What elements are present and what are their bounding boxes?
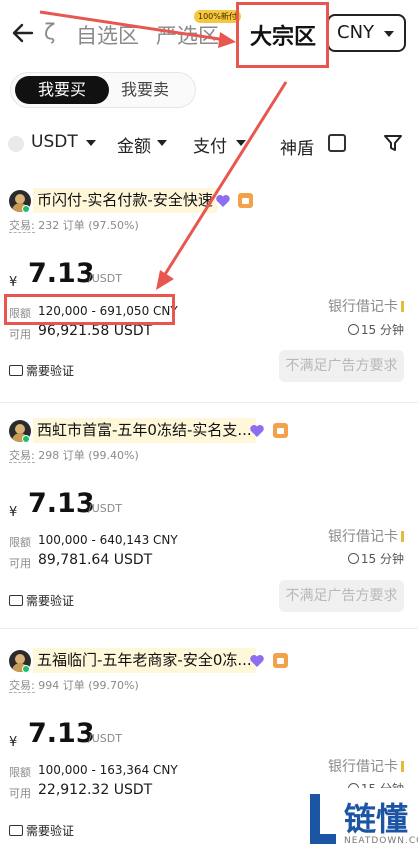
divider	[0, 402, 418, 403]
tab-badge: 100%新付	[194, 10, 241, 23]
currency-symbol: ¥	[9, 505, 18, 520]
coin-filter[interactable]: USDT	[31, 132, 78, 152]
verify-requirement: 需要验证	[9, 822, 74, 839]
available-value: 22,912.32 USDT	[38, 782, 153, 798]
price: 7.13	[28, 488, 95, 519]
payment-method: 银行借记卡	[328, 756, 404, 776]
available-label: 可用	[9, 328, 31, 341]
online-status	[22, 435, 30, 443]
currency-select[interactable]: CNY	[327, 14, 406, 52]
id-card-icon	[9, 365, 23, 376]
online-status	[22, 205, 30, 213]
time-limit: 15 分钟	[347, 550, 404, 567]
chevron-down-icon	[157, 140, 167, 146]
amount-filter[interactable]: 金额	[117, 132, 151, 157]
available-value: 89,781.64 USDT	[38, 552, 153, 568]
merchant-badge-icon	[273, 423, 288, 438]
watermark-text: 链懂	[344, 800, 409, 838]
highlight-box-tab	[236, 2, 329, 68]
merchant-badge-icon	[273, 653, 288, 668]
watermark-logo-icon	[310, 794, 336, 844]
price-unit: /USDT	[88, 732, 122, 745]
available-label: 可用	[9, 787, 31, 800]
price-unit: /USDT	[88, 502, 122, 515]
currency-symbol: ¥	[9, 735, 18, 750]
buy-button[interactable]: 不满足广告方要求	[279, 350, 404, 382]
filter-bar: USDT 金额 支付 神盾	[0, 128, 418, 160]
shield-filter-label: 神盾	[280, 139, 314, 159]
trade-stats: 交易: 994 订单 (99.70%)	[9, 679, 139, 693]
online-status	[22, 665, 30, 673]
clock-icon	[347, 553, 359, 564]
price-unit: /USDT	[88, 272, 122, 285]
payment-method: 银行借记卡	[328, 296, 404, 316]
payment-method: 银行借记卡	[328, 526, 404, 546]
buy-tab[interactable]: 我要买	[15, 76, 109, 104]
trade-stats: 交易: 298 订单 (99.40%)	[9, 449, 139, 463]
currency-symbol: ¥	[9, 275, 18, 290]
limit-label: 限额	[9, 766, 31, 779]
arrow-left-icon[interactable]	[10, 20, 36, 46]
heart-badge-icon	[250, 425, 264, 437]
verify-requirement: 需要验证	[9, 592, 74, 609]
chevron-down-icon	[236, 140, 246, 146]
currency-label: CNY	[337, 22, 375, 43]
highlight-box-limit	[4, 294, 175, 325]
merchant-name[interactable]: 西虹市首富-五年0冻结-实名支...	[33, 418, 256, 443]
price: 7.13	[28, 718, 95, 749]
heart-badge-icon	[250, 655, 264, 667]
divider	[0, 628, 418, 629]
clock-icon	[347, 324, 359, 335]
trade-stats: 交易: 232 订单 (97.50%)	[9, 219, 139, 233]
funnel-icon[interactable]	[382, 132, 404, 154]
chevron-down-icon	[384, 31, 394, 37]
chevron-down-icon	[86, 140, 96, 146]
heart-badge-icon	[216, 195, 230, 207]
limit-value: 100,000 - 640,143 CNY	[38, 533, 178, 547]
tab-favorites[interactable]: 自选区	[76, 20, 139, 50]
available-label: 可用	[9, 557, 31, 570]
time-limit: 15 分钟	[347, 321, 404, 338]
verify-requirement: 需要验证	[9, 362, 74, 379]
id-card-icon	[9, 595, 23, 606]
merchant-name[interactable]: 五福临门-五年老商家-安全0冻...	[33, 648, 256, 673]
price: 7.13	[28, 258, 95, 289]
limit-label: 限额	[9, 536, 31, 549]
merchant-name[interactable]: 币闪付-实名付款-安全快速	[33, 188, 217, 213]
watermark-subtext: NEATDOWN.COM	[344, 836, 418, 846]
shield-checkbox[interactable]	[328, 134, 346, 152]
merchant-badge-icon	[238, 193, 253, 208]
limit-value: 100,000 - 163,364 CNY	[38, 763, 178, 777]
id-card-icon	[9, 825, 23, 836]
top-nav: ζ 自选区 严选区 100%新付 大宗区 CNY	[0, 0, 418, 66]
buy-sell-toggle: 我要买 我要卖	[10, 72, 196, 108]
tab-selected[interactable]: 严选区	[156, 20, 219, 50]
listing-card[interactable]: 西虹市首富-五年0冻结-实名支... 交易: 298 订单 (99.40%) ¥…	[0, 418, 418, 635]
payment-filter[interactable]: 支付	[193, 132, 227, 157]
coin-icon	[8, 136, 24, 152]
sell-tab[interactable]: 我要卖	[121, 76, 191, 104]
tab-partial[interactable]: ζ	[44, 20, 55, 44]
available-value: 96,921.58 USDT	[38, 323, 153, 339]
buy-button[interactable]: 不满足广告方要求	[279, 580, 404, 612]
